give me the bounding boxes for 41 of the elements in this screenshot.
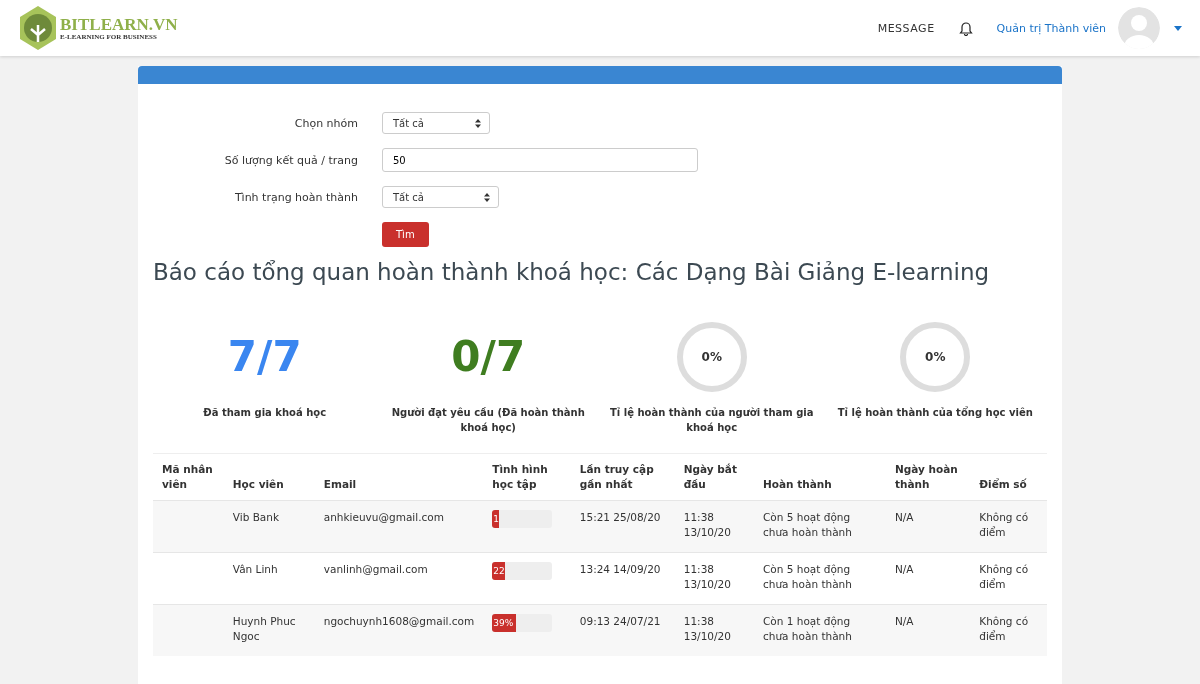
stat-label: Đã tham gia khoá học (203, 406, 327, 420)
stat-label: Tỉ lệ hoàn thành của tổng học viên (837, 405, 1033, 420)
table-cell: 11:38 13/10/20 (674, 604, 754, 656)
table-cell: N/A (885, 604, 971, 656)
table-cell: Còn 1 hoạt động chưa hoàn thành (754, 604, 886, 656)
select-field[interactable]: Tất cả (382, 112, 490, 134)
table-cell: 09:13 24/07/21 (570, 604, 675, 656)
caret-icon[interactable] (1174, 25, 1182, 31)
input-field[interactable]: 50 (382, 148, 698, 172)
user-name-link[interactable]: Quản trị Thành viên (996, 21, 1106, 35)
logo-title: BITLEARN.VN (60, 15, 178, 33)
stat-label: Người đạt yêu cầu (Đã hoàn thành khoá học) (390, 406, 586, 435)
progress-fill: 39% (492, 614, 516, 632)
stat-value: 0/7 (451, 331, 526, 383)
table-cell: Không có điểm (970, 604, 1047, 656)
bell-icon[interactable] (958, 20, 973, 36)
stat-value: 7/7 (227, 331, 302, 383)
report-title: Báo cáo tổng quan hoàn thành khoá học: Các Dạng Bài Giảng E-learning (153, 259, 991, 285)
sort-caret-icon (484, 192, 490, 202)
filter-label: Số lượng kết quả / trang (223, 153, 358, 167)
table-cell: ngochuynh1608@gmail.com (314, 604, 484, 656)
table-cell: 11:38 13/10/20 (674, 500, 754, 553)
table-cell: Huynh Phuc Ngoc (223, 604, 315, 656)
filter-label: Tình trạng hoàn thành (233, 190, 358, 204)
table-cell: N/A (885, 500, 971, 553)
progress-ring: 0% (675, 321, 748, 393)
progress-fill: 22 (492, 562, 506, 580)
logo-icon (18, 5, 58, 51)
filter-label: Chọn nhóm (293, 116, 358, 130)
table-cell: Vib Bank (223, 500, 315, 553)
table-cell: anhkieuvu@gmail.com (314, 500, 484, 553)
table-cell: Còn 5 hoạt động chưa hoàn thành (754, 500, 886, 553)
progress-fill: 1 (492, 510, 500, 528)
sort-caret-icon (475, 118, 481, 128)
message-link[interactable]: MESSAGE (877, 21, 935, 35)
table-cell: 15:21 25/08/20 (570, 500, 675, 553)
stat-label: Tỉ lệ hoàn thành của người tham gia khoá học (609, 406, 815, 435)
table-cell: Không có điểm (970, 500, 1047, 553)
select-field[interactable]: Tất cả (382, 186, 499, 208)
progress-ring: 0% (899, 321, 972, 393)
search-button[interactable]: Tìm (382, 222, 429, 247)
